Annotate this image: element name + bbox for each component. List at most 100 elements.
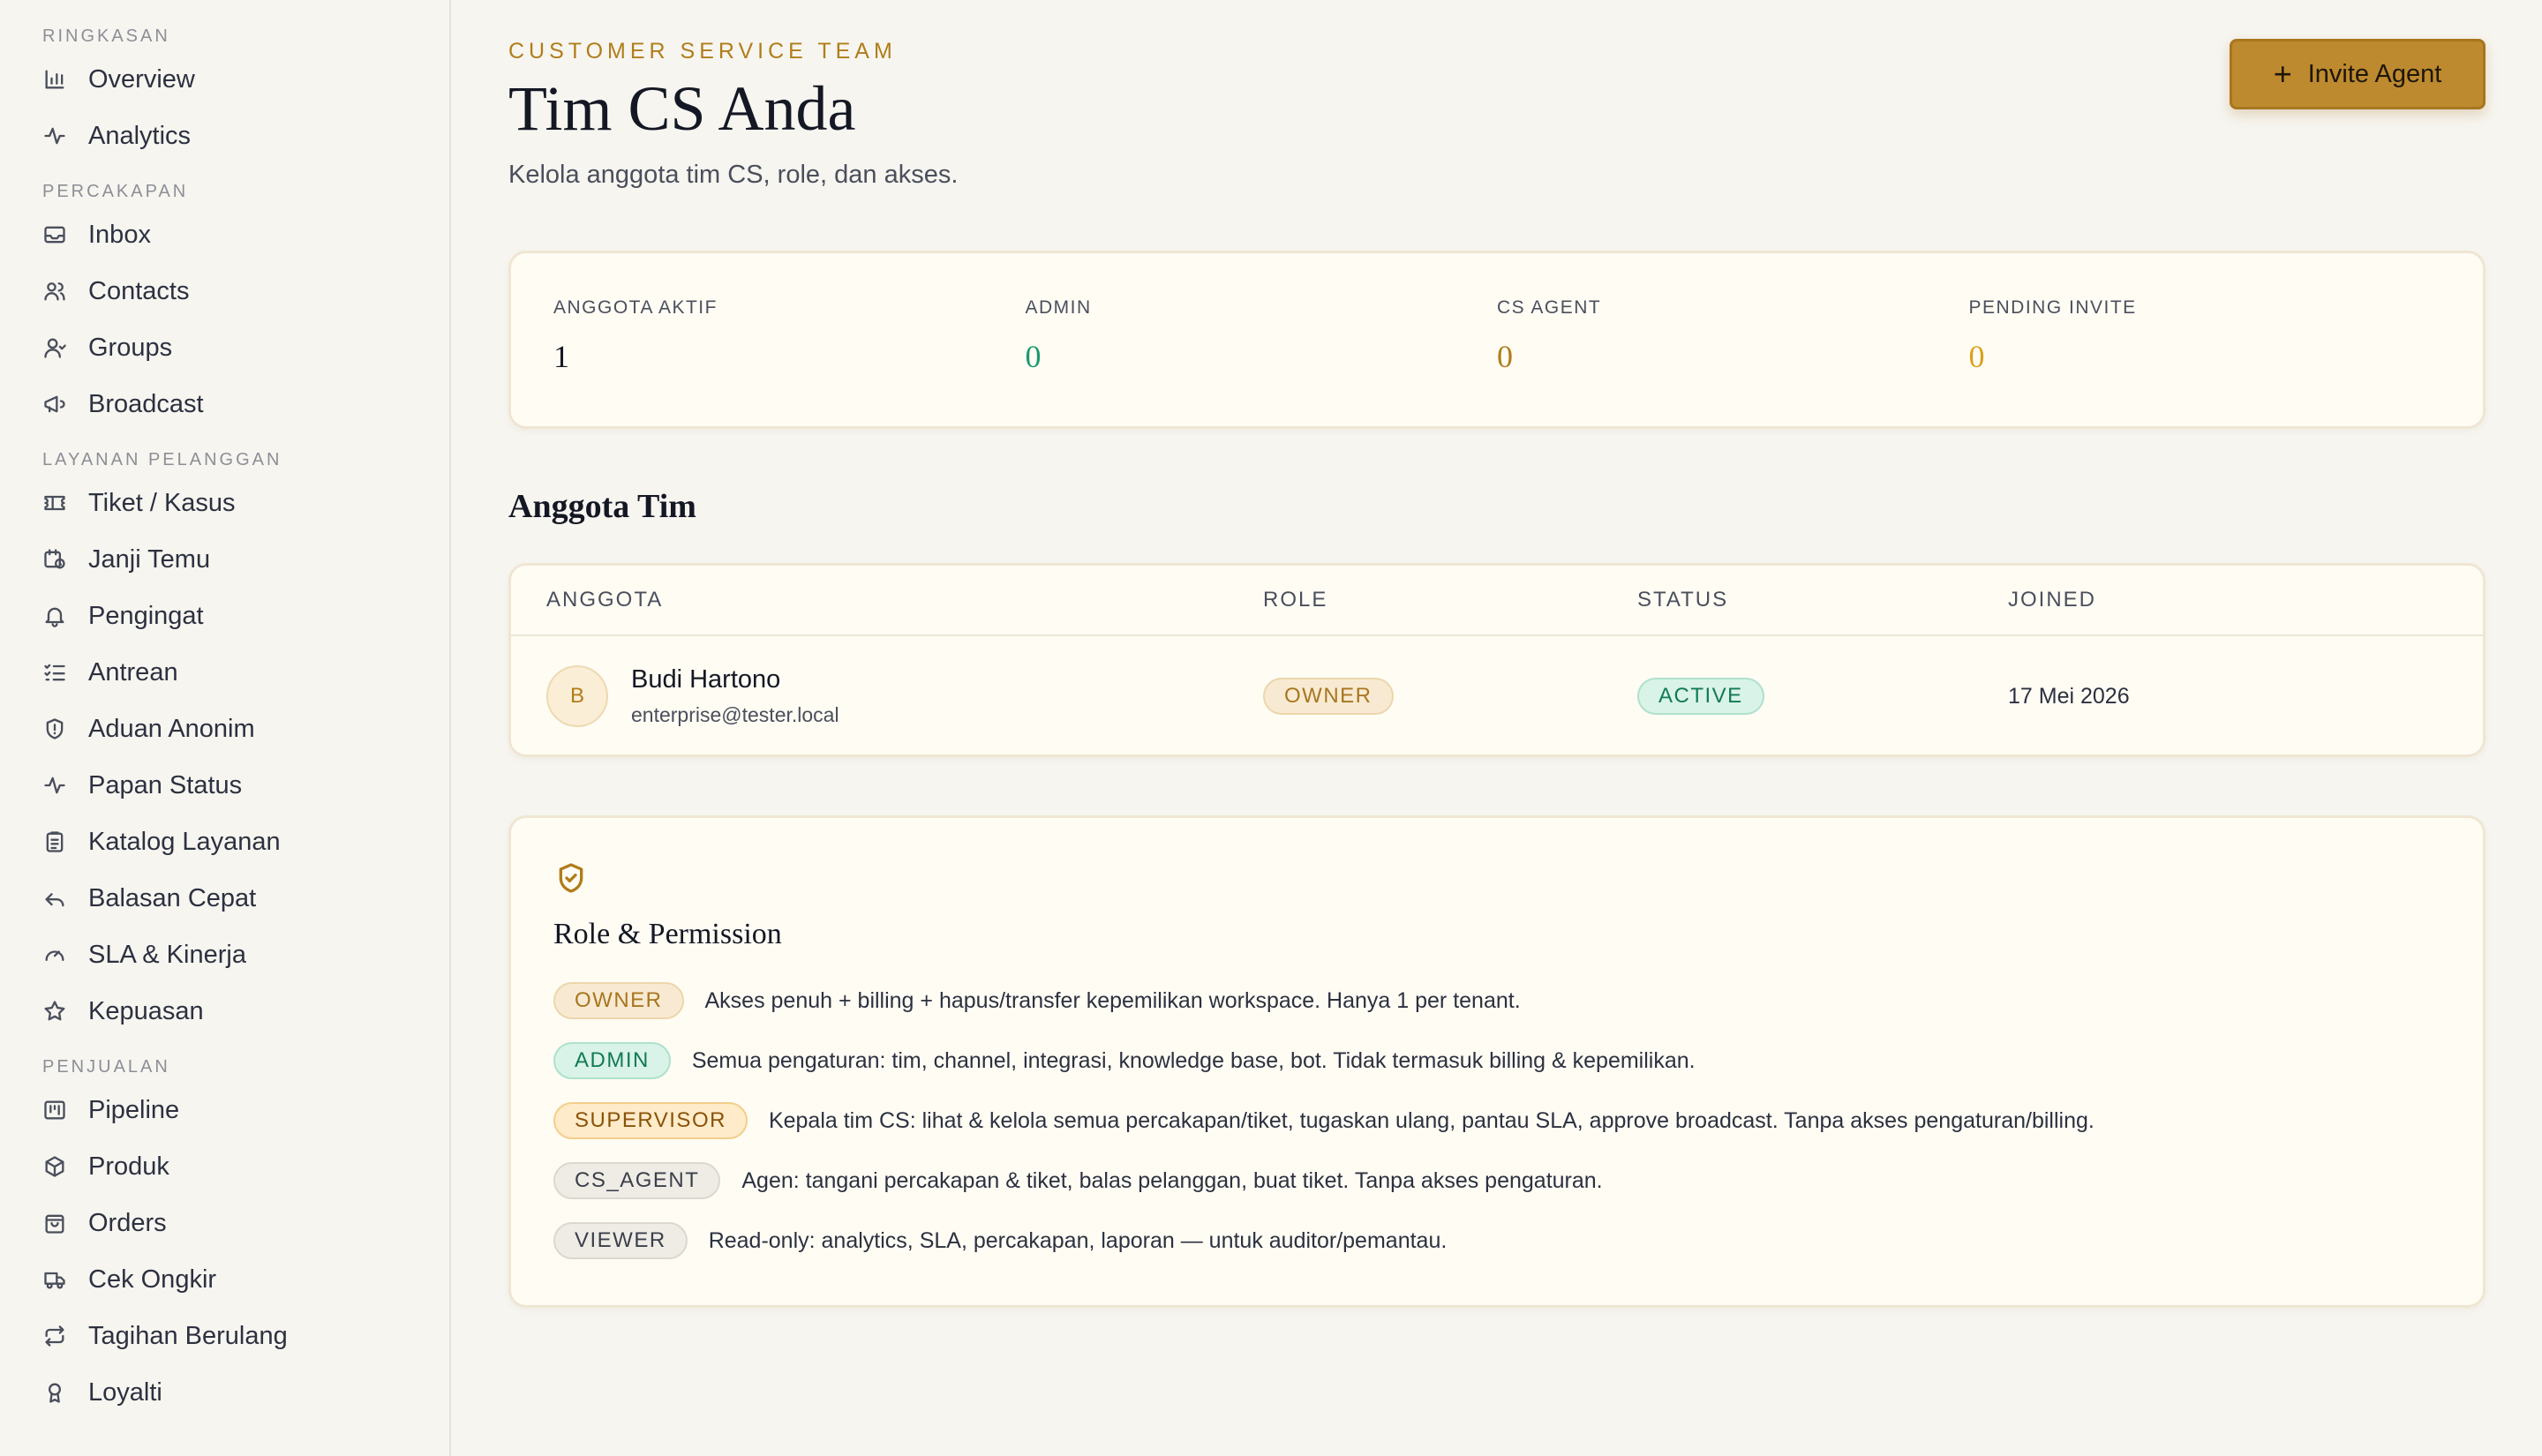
- role-description: Semua pengaturan: tim, channel, integras…: [691, 1047, 1696, 1073]
- role-description: Akses penuh + billing + hapus/transfer k…: [704, 987, 1521, 1013]
- shield-icon: [42, 717, 67, 741]
- ticket-icon: [42, 491, 67, 515]
- permission-row: CS_AGENT Agen: tangani percakapan & tiket…: [553, 1151, 2440, 1211]
- sidebar-item-analytics[interactable]: Analytics: [0, 108, 449, 164]
- sidebar-item-pengingat[interactable]: Pengingat: [0, 588, 449, 644]
- sidebar-item-label: Contacts: [88, 276, 190, 305]
- permission-row: ADMIN Semua pengaturan: tim, channel, int…: [553, 1031, 2440, 1091]
- header-joined: JOINED: [2008, 588, 2097, 612]
- page-subtitle: Kelola anggota tim CS, role, dan akses.: [508, 161, 959, 189]
- sidebar-item-orders[interactable]: Orders: [0, 1195, 449, 1251]
- header-role: ROLE: [1263, 588, 1328, 612]
- sidebar-item-label: Janji Temu: [88, 544, 211, 574]
- page-title: Tim CS Anda: [508, 73, 856, 144]
- members-table: ANGGOTA ROLE STATUS JOINED B Budi Harton…: [508, 563, 2486, 757]
- sidebar-item-label: Antrean: [88, 657, 178, 687]
- sidebar-section-label: LAYANAN PELANGGAN: [42, 450, 282, 469]
- joined-date: 17 Mei 2026: [2008, 683, 2130, 709]
- sidebar-item-loyalti[interactable]: Loyalti: [0, 1364, 449, 1421]
- sidebar-item-kepuasan[interactable]: Kepuasan: [0, 983, 449, 1039]
- stat-active-members: ANGGOTA AKTIF 1: [553, 253, 1026, 426]
- sidebar-item-label: Balasan Cepat: [88, 883, 257, 912]
- sidebar-item-balasan-cepat[interactable]: Balasan Cepat: [0, 870, 449, 927]
- stat-pending-invite: PENDING INVITE 0: [1969, 253, 2441, 426]
- permission-list: OWNER Akses penuh + billing + hapus/trans…: [553, 971, 2440, 1271]
- bell-icon: [42, 604, 67, 628]
- sidebar-item-label: Groups: [88, 333, 173, 362]
- sidebar-item-label: Papan Status: [88, 770, 243, 799]
- repeat-icon: [42, 1324, 67, 1348]
- sidebar-item-contacts[interactable]: Contacts: [0, 263, 449, 319]
- sidebar-item-katalog-layanan[interactable]: Katalog Layanan: [0, 814, 449, 870]
- sidebar-item-tagihan-berulang[interactable]: Tagihan Berulang: [0, 1308, 449, 1364]
- role-badge: CS_AGENT: [553, 1162, 721, 1199]
- role-badge: OWNER: [1263, 678, 1394, 715]
- permission-row: SUPERVISOR Kepala tim CS: lihat & kelola …: [553, 1091, 2440, 1151]
- sidebar-item-pipeline[interactable]: Pipeline: [0, 1082, 449, 1138]
- sidebar-item-label: Pipeline: [88, 1095, 180, 1124]
- permission-row: VIEWER Read-only: analytics, SLA, percaka…: [553, 1211, 2440, 1271]
- sidebar-section-label: PERCAKAPAN: [42, 182, 189, 201]
- sidebar-item-broadcast[interactable]: Broadcast: [0, 376, 449, 432]
- sidebar-item-overview[interactable]: Overview: [0, 51, 449, 108]
- activity-icon: [42, 124, 67, 148]
- sidebar-item-cek-ongkir[interactable]: Cek Ongkir: [0, 1251, 449, 1308]
- status-cell: ACTIVE: [1637, 678, 2008, 715]
- sidebar-item-aduan-anonim[interactable]: Aduan Anonim: [0, 701, 449, 757]
- inbox-icon: [42, 222, 67, 247]
- shield-check-icon: [553, 860, 2440, 900]
- avatar: B: [546, 665, 608, 727]
- stat-label: ADMIN: [1025, 297, 1092, 318]
- role-description: Kepala tim CS: lihat & kelola semua perc…: [768, 1107, 2095, 1133]
- sidebar-item-label: SLA & Kinerja: [88, 940, 246, 969]
- permission-row: OWNER Akses penuh + billing + hapus/trans…: [553, 971, 2440, 1031]
- award-icon: [42, 1380, 67, 1405]
- header-member: ANGGOTA: [546, 588, 664, 612]
- stat-value: 0: [1968, 339, 1985, 374]
- sidebar-item-label: Inbox: [88, 220, 151, 249]
- reply-icon: [42, 886, 67, 911]
- stat-label: CS AGENT: [1497, 297, 1602, 318]
- kanban-icon: [42, 1098, 67, 1122]
- sidebar-item-papan-status[interactable]: Papan Status: [0, 757, 449, 814]
- stat-cs-agent: CS AGENT 0: [1497, 253, 1969, 426]
- sidebar-section-label: RINGKASAN: [42, 26, 170, 46]
- sidebar-item-antrean[interactable]: Antrean: [0, 644, 449, 701]
- sidebar-item-label: Tiket / Kasus: [88, 488, 236, 517]
- role-cell: OWNER: [1263, 678, 1637, 715]
- sidebar-item-label: Orders: [88, 1208, 167, 1237]
- sidebar-item-label: Kepuasan: [88, 996, 204, 1025]
- sidebar-item-sla-kinerja[interactable]: SLA & Kinerja: [0, 927, 449, 983]
- sidebar-item-tiket-kasus[interactable]: Tiket / Kasus: [0, 475, 449, 531]
- table-header: ANGGOTA ROLE STATUS JOINED: [511, 566, 2483, 636]
- header-status: STATUS: [1637, 588, 1729, 612]
- table-row[interactable]: B Budi Hartono enterprise@tester.local O…: [511, 636, 2483, 756]
- star-icon: [42, 999, 67, 1024]
- role-badge: SUPERVISOR: [553, 1102, 748, 1139]
- role-description: Read-only: analytics, SLA, percakapan, l…: [708, 1227, 1448, 1253]
- sidebar-item-inbox[interactable]: Inbox: [0, 206, 449, 263]
- page-eyebrow: CUSTOMER SERVICE TEAM: [508, 39, 897, 64]
- stat-admin: ADMIN 0: [1026, 253, 1498, 426]
- sidebar-item-label: Loyalti: [88, 1377, 162, 1407]
- clipboard-icon: [42, 829, 67, 854]
- stat-value: 0: [1497, 339, 1513, 374]
- sidebar-item-label: Broadcast: [88, 389, 204, 418]
- sidebar-item-janji-temu[interactable]: Janji Temu: [0, 531, 449, 588]
- role-badge: OWNER: [553, 982, 684, 1019]
- package-icon: [42, 1154, 67, 1179]
- list-check-icon: [42, 660, 67, 685]
- member-cell: B Budi Hartono enterprise@tester.local: [546, 665, 1263, 727]
- invite-agent-button[interactable]: + Invite Agent: [2230, 39, 2486, 109]
- stat-label: ANGGOTA AKTIF: [553, 297, 718, 318]
- shopping-bag-icon: [42, 1211, 67, 1235]
- sidebar-item-produk[interactable]: Produk: [0, 1138, 449, 1195]
- sidebar: RINGKASAN Overview Analytics PERCAKAPAN Inbo…: [0, 0, 451, 1456]
- users-icon: [42, 279, 67, 304]
- calendar-clock-icon: [42, 547, 67, 572]
- sidebar-item-groups[interactable]: Groups: [0, 319, 449, 376]
- sidebar-item-label: Katalog Layanan: [88, 827, 281, 856]
